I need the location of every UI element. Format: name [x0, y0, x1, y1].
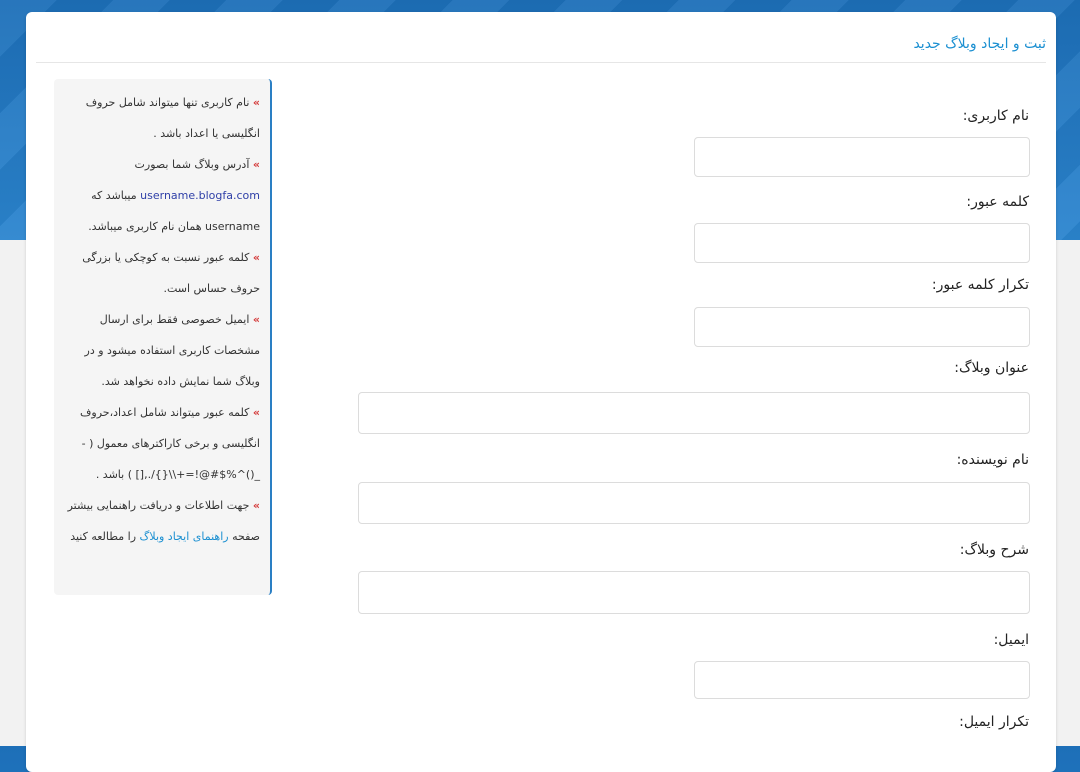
email-input[interactable]: [694, 661, 1030, 699]
blog-title-label: عنوان وبلاگ:: [954, 360, 1029, 376]
bullet-icon: »: [252, 158, 260, 171]
help-item-case: » کلمه عبور نسبت به کوچکی یا بزرگی حروف …: [82, 251, 260, 295]
bullet-icon: »: [252, 96, 260, 109]
blog-description-label: شرح وبلاگ:: [959, 542, 1029, 558]
bullet-icon: »: [252, 406, 260, 419]
password-label: کلمه عبور:: [966, 194, 1029, 210]
blog-description-input[interactable]: [358, 571, 1030, 614]
help-item-username: » نام کاربری تنها میتواند شامل حروف انگل…: [85, 96, 260, 140]
username-label: نام کاربری:: [962, 108, 1029, 124]
password-confirm-input[interactable]: [694, 307, 1030, 347]
bullet-icon: »: [252, 313, 260, 326]
help-item-password-chars: » کلمه عبور میتواند شامل اعداد،حروف انگل…: [80, 406, 260, 481]
blog-address-example: username.blogfa.com: [140, 189, 260, 202]
signup-card: ثبت و ایجاد وبلاگ جدید نام کاربری: کلمه …: [26, 12, 1056, 772]
help-item-guide: » جهت اطلاعات و دریافت راهنمایی بیشتر صف…: [67, 499, 260, 543]
password-input[interactable]: [694, 223, 1030, 263]
bullet-icon: »: [252, 499, 260, 512]
password-confirm-label: تکرار کلمه عبور:: [931, 277, 1029, 293]
blog-title-input[interactable]: [358, 392, 1030, 434]
bullet-icon: »: [252, 251, 260, 264]
guide-link[interactable]: راهنمای ایجاد وبلاگ: [140, 530, 229, 543]
help-item-email: » ایمیل خصوصی فقط برای ارسال مشخصات کارب…: [84, 313, 260, 388]
email-confirm-label: تکرار ایمیل:: [959, 714, 1029, 730]
help-panel: » نام کاربری تنها میتواند شامل حروف انگل…: [54, 79, 272, 595]
email-label: ایمیل:: [993, 632, 1029, 648]
author-name-label: نام نویسنده:: [956, 452, 1029, 468]
author-name-input[interactable]: [358, 482, 1030, 524]
help-item-address: » آدرس وبلاگ شما بصورت username.blogfa.c…: [88, 158, 260, 233]
username-input[interactable]: [694, 137, 1030, 177]
